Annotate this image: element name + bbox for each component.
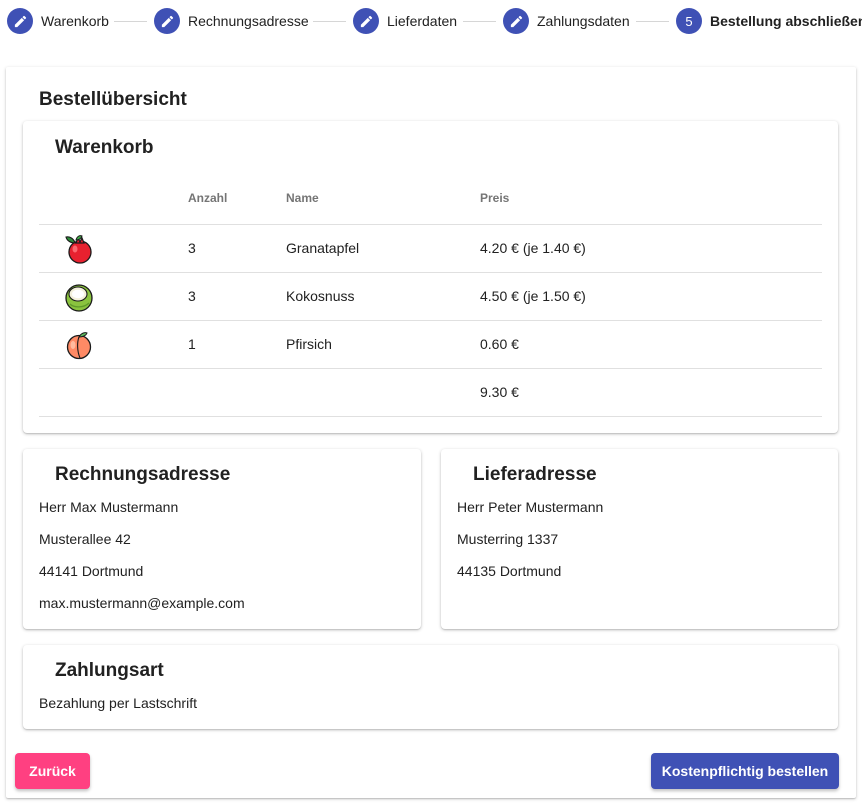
step-label: Bestellung abschließen [710, 13, 862, 29]
billing-city: 44141 Dortmund [39, 563, 144, 579]
step-label: Rechnungsadresse [188, 13, 309, 29]
item-name: Pfirsich [286, 336, 332, 352]
checkout-stepper: Warenkorb Rechnungsadresse Lieferdaten Z… [0, 0, 862, 42]
cart-total: 9.30 € [480, 384, 519, 400]
table-row: 1 Pfirsich 0.60 € [39, 321, 822, 369]
billing-email: max.mustermann@example.com [39, 595, 245, 611]
place-order-button[interactable]: Kostenpflichtig bestellen [651, 753, 839, 789]
step-zahlungsdaten[interactable]: Zahlungsdaten [503, 8, 630, 34]
back-button[interactable]: Zurück [15, 753, 90, 789]
column-header-anzahl: Anzahl [188, 191, 228, 205]
cart-table-header: Anzahl Name Preis [39, 175, 822, 225]
pencil-icon [503, 8, 529, 34]
cart-card: Warenkorb Anzahl Name Preis 3 Granatapfe… [23, 121, 838, 433]
payment-method-card: Zahlungsart Bezahlung per Lastschrift [23, 645, 838, 729]
payment-method-value: Bezahlung per Lastschrift [39, 695, 197, 711]
billing-name: Herr Max Mustermann [39, 499, 179, 515]
column-header-preis: Preis [480, 191, 510, 205]
page-title: Bestellübersicht [39, 89, 187, 110]
step-label: Zahlungsdaten [537, 13, 630, 29]
item-price: 4.50 € (je 1.50 €) [480, 288, 586, 304]
billing-address-title: Rechnungsadresse [55, 464, 231, 485]
item-quantity: 3 [188, 240, 196, 256]
step-lieferdaten[interactable]: Lieferdaten [353, 8, 457, 34]
step-label: Lieferdaten [387, 13, 458, 29]
shipping-address-card: Lieferadresse Herr Peter Mustermann Must… [441, 449, 838, 629]
item-name: Granatapfel [286, 240, 360, 256]
table-row: 3 Kokosnuss 4.50 € (je 1.50 €) [39, 273, 822, 321]
table-row: 3 Granatapfel 4.20 € (je 1.40 €) [39, 225, 822, 273]
table-row-total: 9.30 € [39, 369, 822, 417]
item-quantity: 3 [188, 288, 196, 304]
column-header-name: Name [286, 191, 319, 205]
cart-title: Warenkorb [55, 137, 154, 158]
pomegranate-icon [61, 231, 97, 267]
step-rechnungsadresse[interactable]: Rechnungsadresse [154, 8, 309, 34]
shipping-city: 44135 Dortmund [457, 563, 562, 579]
item-price: 0.60 € [480, 336, 519, 352]
shipping-name: Herr Peter Mustermann [457, 499, 604, 515]
step-number: 5 [676, 8, 702, 34]
step-connector [636, 21, 669, 22]
billing-street: Musterallee 42 [39, 531, 131, 547]
order-summary-card: Bestellübersicht Warenkorb Anzahl Name P… [6, 67, 856, 798]
shipping-address-title: Lieferadresse [473, 464, 597, 485]
shipping-street: Musterring 1337 [457, 531, 559, 547]
item-price: 4.20 € (je 1.40 €) [480, 240, 586, 256]
item-quantity: 1 [188, 336, 196, 352]
step-warenkorb[interactable]: Warenkorb [7, 8, 109, 34]
step-bestellung-abschliessen[interactable]: 5 Bestellung abschließen [676, 8, 862, 34]
billing-address-card: Rechnungsadresse Herr Max Mustermann Mus… [23, 449, 421, 629]
item-name: Kokosnuss [286, 288, 355, 304]
payment-method-title: Zahlungsart [55, 660, 164, 681]
step-label: Warenkorb [41, 13, 109, 29]
pencil-icon [154, 8, 180, 34]
step-connector [313, 21, 346, 22]
step-connector [114, 21, 147, 22]
pencil-icon [353, 8, 379, 34]
peach-icon [61, 327, 97, 363]
pencil-icon [7, 8, 33, 34]
step-connector [463, 21, 496, 22]
coconut-icon [61, 279, 97, 315]
